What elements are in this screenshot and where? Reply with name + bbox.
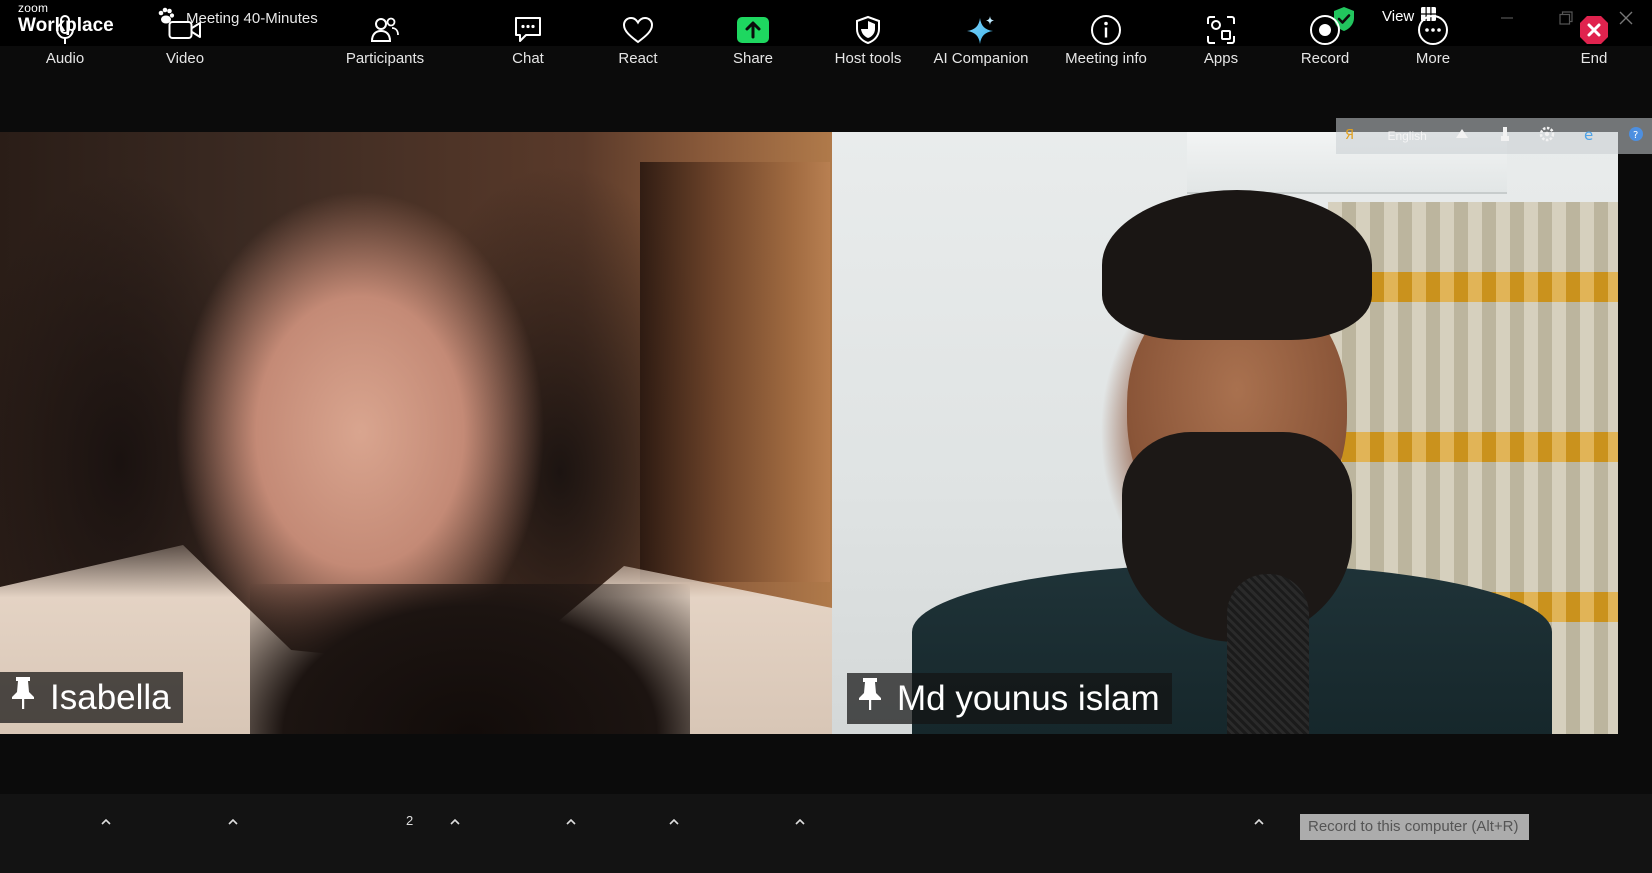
chat-options-caret[interactable]	[564, 815, 578, 829]
end-button[interactable]: End	[1577, 12, 1611, 74]
video-microphone	[1227, 574, 1309, 734]
more-dots-icon	[1417, 12, 1449, 48]
apps-label: Apps	[1203, 50, 1239, 67]
view-label: View	[1382, 7, 1415, 25]
apps-options-caret[interactable]	[1252, 815, 1266, 829]
participants-count: 2	[406, 813, 414, 828]
chevron-up-icon	[566, 819, 576, 825]
video-tile-md-younus-islam[interactable]: Md younus islam	[832, 132, 1618, 734]
host-tools-label: Host tools	[834, 50, 902, 67]
microphone-icon	[54, 12, 76, 48]
background-door	[640, 162, 830, 582]
video-options-caret[interactable]	[226, 815, 240, 829]
end-label: End	[1580, 50, 1608, 67]
brush-icon[interactable]	[1498, 126, 1512, 147]
participants-options-caret[interactable]	[448, 815, 462, 829]
share-screen-icon	[736, 12, 770, 48]
ai-companion-button[interactable]: AI Companion	[928, 12, 1034, 74]
audio-label: Audio	[45, 50, 85, 67]
close-icon	[1619, 11, 1633, 25]
svg-text:Я: Я	[1345, 128, 1354, 142]
record-label: Record	[1300, 50, 1350, 67]
end-call-icon	[1578, 12, 1610, 48]
host-tools-button[interactable]: Host tools	[828, 12, 908, 74]
title-bar: zoom Workplace Meeting 40-Minutes View	[0, 0, 1652, 46]
meeting-info-label: Meeting info	[1065, 50, 1147, 67]
minimize-button[interactable]	[1495, 6, 1519, 30]
chevron-up-icon	[450, 819, 460, 825]
video-tile-isabella[interactable]: Isabella	[0, 132, 832, 734]
share-label: Share	[732, 50, 774, 67]
close-button[interactable]	[1614, 6, 1638, 30]
camera-icon	[168, 12, 202, 48]
help-icon[interactable]: ?	[1628, 126, 1644, 147]
video-hair	[1102, 190, 1372, 340]
info-icon	[1090, 12, 1122, 48]
heart-icon	[622, 12, 654, 48]
record-button[interactable]: Record	[1300, 12, 1350, 74]
sparkle-icon	[965, 12, 997, 48]
minimize-icon	[1501, 17, 1513, 19]
browser-icon[interactable]: e	[1583, 126, 1601, 147]
speaker-icon[interactable]	[1454, 126, 1470, 147]
react-label: React	[618, 50, 658, 67]
chat-button[interactable]: Chat	[505, 12, 551, 74]
pin-icon	[10, 676, 36, 719]
translation-toolbar[interactable]: Я English e ?	[1336, 118, 1652, 154]
participants-icon	[370, 12, 400, 48]
participants-button[interactable]: Participants	[340, 12, 430, 74]
chat-icon	[512, 12, 544, 48]
chevron-up-icon	[1254, 819, 1264, 825]
participants-label: Participants	[345, 50, 425, 67]
restore-button[interactable]	[1554, 6, 1578, 30]
translate-icon[interactable]: Я	[1344, 126, 1360, 147]
participant-name-tag: Isabella	[0, 672, 183, 723]
chevron-up-icon	[669, 819, 679, 825]
chevron-up-icon	[228, 819, 238, 825]
react-options-caret[interactable]	[667, 815, 681, 829]
restore-icon	[1559, 11, 1573, 25]
audio-button[interactable]: Audio	[40, 12, 90, 74]
more-button[interactable]: More	[1412, 12, 1454, 74]
language-label[interactable]: English	[1387, 129, 1426, 143]
svg-text:e: e	[1584, 126, 1593, 142]
apps-icon	[1205, 12, 1237, 48]
participant-name: Isabella	[50, 677, 171, 717]
video-button[interactable]: Video	[160, 12, 210, 74]
chevron-up-icon	[795, 819, 805, 825]
host-shield-icon	[855, 12, 881, 48]
video-label: Video	[165, 50, 205, 67]
record-tooltip: Record to this computer (Alt+R)	[1300, 814, 1529, 840]
video-shadow	[250, 584, 690, 734]
audio-options-caret[interactable]	[99, 815, 113, 829]
chat-label: Chat	[512, 50, 544, 67]
pin-icon	[857, 677, 883, 720]
participant-name-tag: Md younus islam	[847, 673, 1172, 724]
ai-companion-label: AI Companion	[933, 50, 1029, 67]
svg-text:?: ?	[1633, 130, 1638, 141]
more-label: More	[1415, 50, 1451, 67]
react-button[interactable]: React	[614, 12, 662, 74]
meeting-info-button[interactable]: Meeting info	[1059, 12, 1153, 74]
participant-name: Md younus islam	[897, 678, 1160, 718]
share-options-caret[interactable]	[793, 815, 807, 829]
record-icon	[1309, 12, 1341, 48]
settings-icon[interactable]	[1539, 126, 1555, 147]
share-button[interactable]: Share	[731, 12, 775, 74]
chevron-up-icon	[101, 819, 111, 825]
apps-button[interactable]: Apps	[1201, 12, 1241, 74]
